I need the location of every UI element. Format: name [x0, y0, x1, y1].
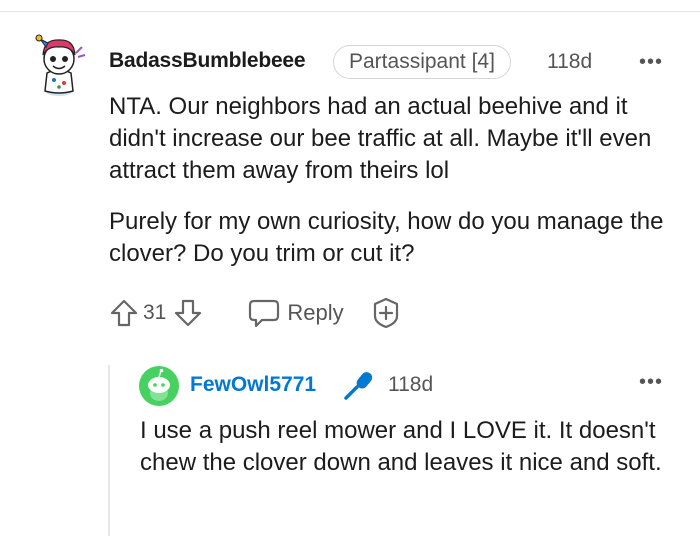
reply-more-options-icon[interactable]: ••• — [639, 371, 663, 394]
microphone-icon — [344, 372, 373, 400]
more-options-icon[interactable]: ••• — [639, 51, 663, 74]
reply-age: 118d — [388, 373, 434, 396]
comment-action-bar: 31 Reply — [109, 296, 402, 330]
award-icon[interactable] — [370, 297, 402, 329]
reply-body: I use a push reel mower and I LOVE it. I… — [140, 417, 662, 476]
reply-icon — [249, 299, 280, 328]
comment-paragraph-1: NTA. Our neighbors had an actual beehive… — [109, 93, 652, 184]
user-avatar[interactable] — [30, 33, 88, 97]
comment-username[interactable]: BadassBumblebeee — [109, 49, 306, 73]
upvote-icon[interactable] — [109, 298, 139, 328]
top-divider — [0, 11, 700, 12]
vote-count: 31 — [143, 301, 167, 324]
comment-age: 118d — [547, 50, 593, 73]
reply-username[interactable]: FewOwl5771 — [190, 373, 316, 397]
user-flair: Partassipant [4] — [333, 45, 511, 79]
reply-label: Reply — [287, 300, 344, 325]
reply-user-avatar[interactable] — [139, 366, 179, 406]
comment-paragraph-2: Purely for my own curiosity, how do you … — [109, 208, 664, 267]
reply-button[interactable]: Reply — [248, 298, 344, 328]
downvote-icon[interactable] — [173, 298, 203, 328]
thread-line[interactable] — [108, 365, 110, 536]
